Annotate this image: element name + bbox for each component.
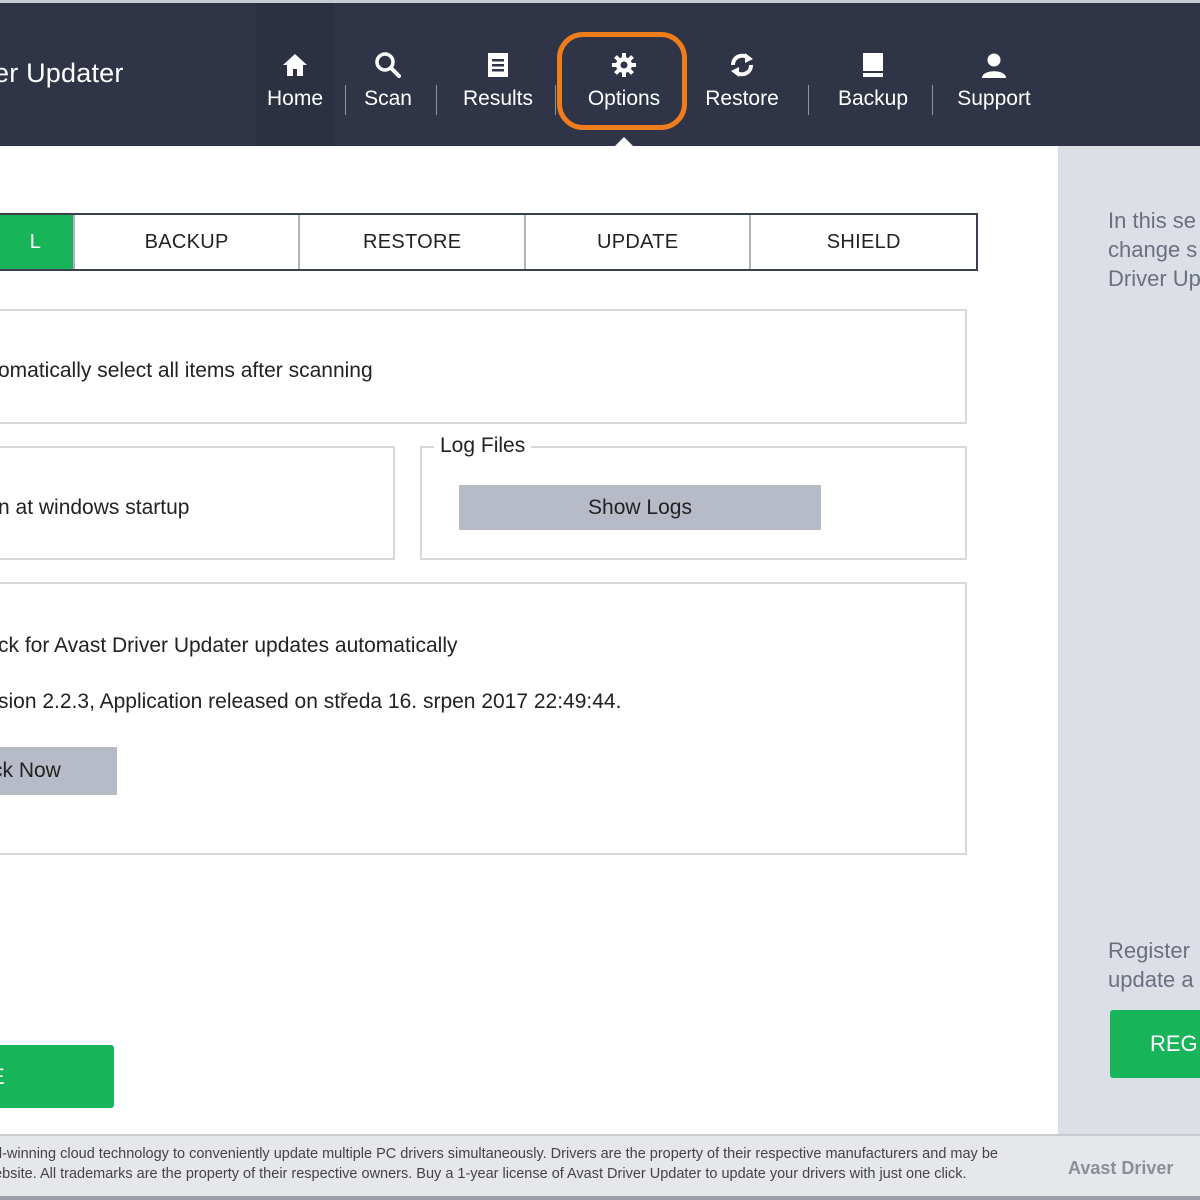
nav-divider bbox=[932, 85, 933, 115]
nav-support-label: Support bbox=[957, 87, 1031, 110]
nav-home[interactable]: Home bbox=[256, 3, 334, 146]
tab-backup[interactable]: BACKUP bbox=[72, 215, 299, 269]
nav-divider bbox=[808, 85, 809, 115]
document-icon bbox=[484, 50, 512, 80]
window-bottom-edge bbox=[0, 1196, 1200, 1200]
startup-panel: n at windows startup bbox=[0, 446, 395, 560]
footer-brand: Avast Driver bbox=[1068, 1158, 1174, 1178]
run-at-startup-option[interactable]: n at windows startup bbox=[0, 496, 189, 520]
sidebar-register-text: Register update a bbox=[1108, 938, 1194, 992]
log-files-legend: Log Files bbox=[434, 434, 532, 458]
update-settings-panel: ck for Avast Driver Updater updates auto… bbox=[0, 582, 967, 855]
sidebar-info-text: In this se change s Driver Up bbox=[1108, 208, 1200, 291]
active-nav-pointer bbox=[612, 137, 636, 149]
nav-backup-label: Backup bbox=[837, 87, 909, 110]
nav-backup[interactable]: Backup bbox=[832, 3, 914, 146]
nav-support[interactable]: Support bbox=[950, 3, 1038, 146]
drive-icon bbox=[859, 50, 887, 80]
log-files-panel: Log Files Show Logs bbox=[420, 434, 967, 560]
register-button[interactable]: REG bbox=[1110, 1010, 1200, 1078]
auto-update-option[interactable]: ck for Avast Driver Updater updates auto… bbox=[0, 634, 458, 658]
right-sidebar: In this se change s Driver Up Register u… bbox=[1058, 146, 1200, 1134]
nav-results-label: Results bbox=[462, 87, 534, 110]
top-header: er Updater Home Scan Results Options Res… bbox=[0, 0, 1200, 149]
user-icon bbox=[980, 50, 1008, 80]
check-now-button[interactable]: ck Now bbox=[0, 747, 117, 795]
scan-settings-panel: omatically select all items after scanni… bbox=[0, 309, 967, 424]
app-title: er Updater bbox=[0, 58, 124, 88]
nav-home-label: Home bbox=[266, 87, 324, 110]
version-info-text: sion 2.2.3, Application released on stře… bbox=[0, 690, 622, 713]
options-tabs: L BACKUP RESTORE UPDATE SHIELD bbox=[0, 213, 978, 271]
gear-icon bbox=[610, 50, 638, 80]
nav-divider bbox=[345, 85, 346, 115]
footer: d-winning cloud technology to convenient… bbox=[0, 1134, 1200, 1200]
search-icon bbox=[374, 50, 402, 80]
auto-select-option[interactable]: omatically select all items after scanni… bbox=[0, 359, 373, 383]
nav-restore[interactable]: Restore bbox=[700, 3, 784, 146]
nav-scan-label: Scan bbox=[364, 87, 412, 110]
refresh-icon bbox=[728, 50, 756, 80]
nav-restore-label: Restore bbox=[705, 87, 779, 110]
show-logs-button[interactable]: Show Logs bbox=[459, 485, 821, 530]
nav-results[interactable]: Results bbox=[453, 3, 543, 146]
footer-disclaimer: d-winning cloud technology to convenient… bbox=[0, 1146, 998, 1182]
nav-options-label: Options bbox=[587, 87, 661, 110]
tab-restore[interactable]: RESTORE bbox=[298, 215, 524, 269]
tab-general[interactable]: L bbox=[0, 215, 73, 269]
nav-divider bbox=[555, 85, 556, 115]
nav-divider bbox=[436, 85, 437, 115]
nav-options[interactable]: Options bbox=[578, 3, 670, 146]
tab-update[interactable]: UPDATE bbox=[523, 215, 750, 269]
save-button[interactable]: E bbox=[0, 1045, 114, 1108]
nav-scan[interactable]: Scan bbox=[352, 3, 424, 146]
home-icon bbox=[281, 50, 309, 80]
tab-shield[interactable]: SHIELD bbox=[749, 215, 976, 269]
